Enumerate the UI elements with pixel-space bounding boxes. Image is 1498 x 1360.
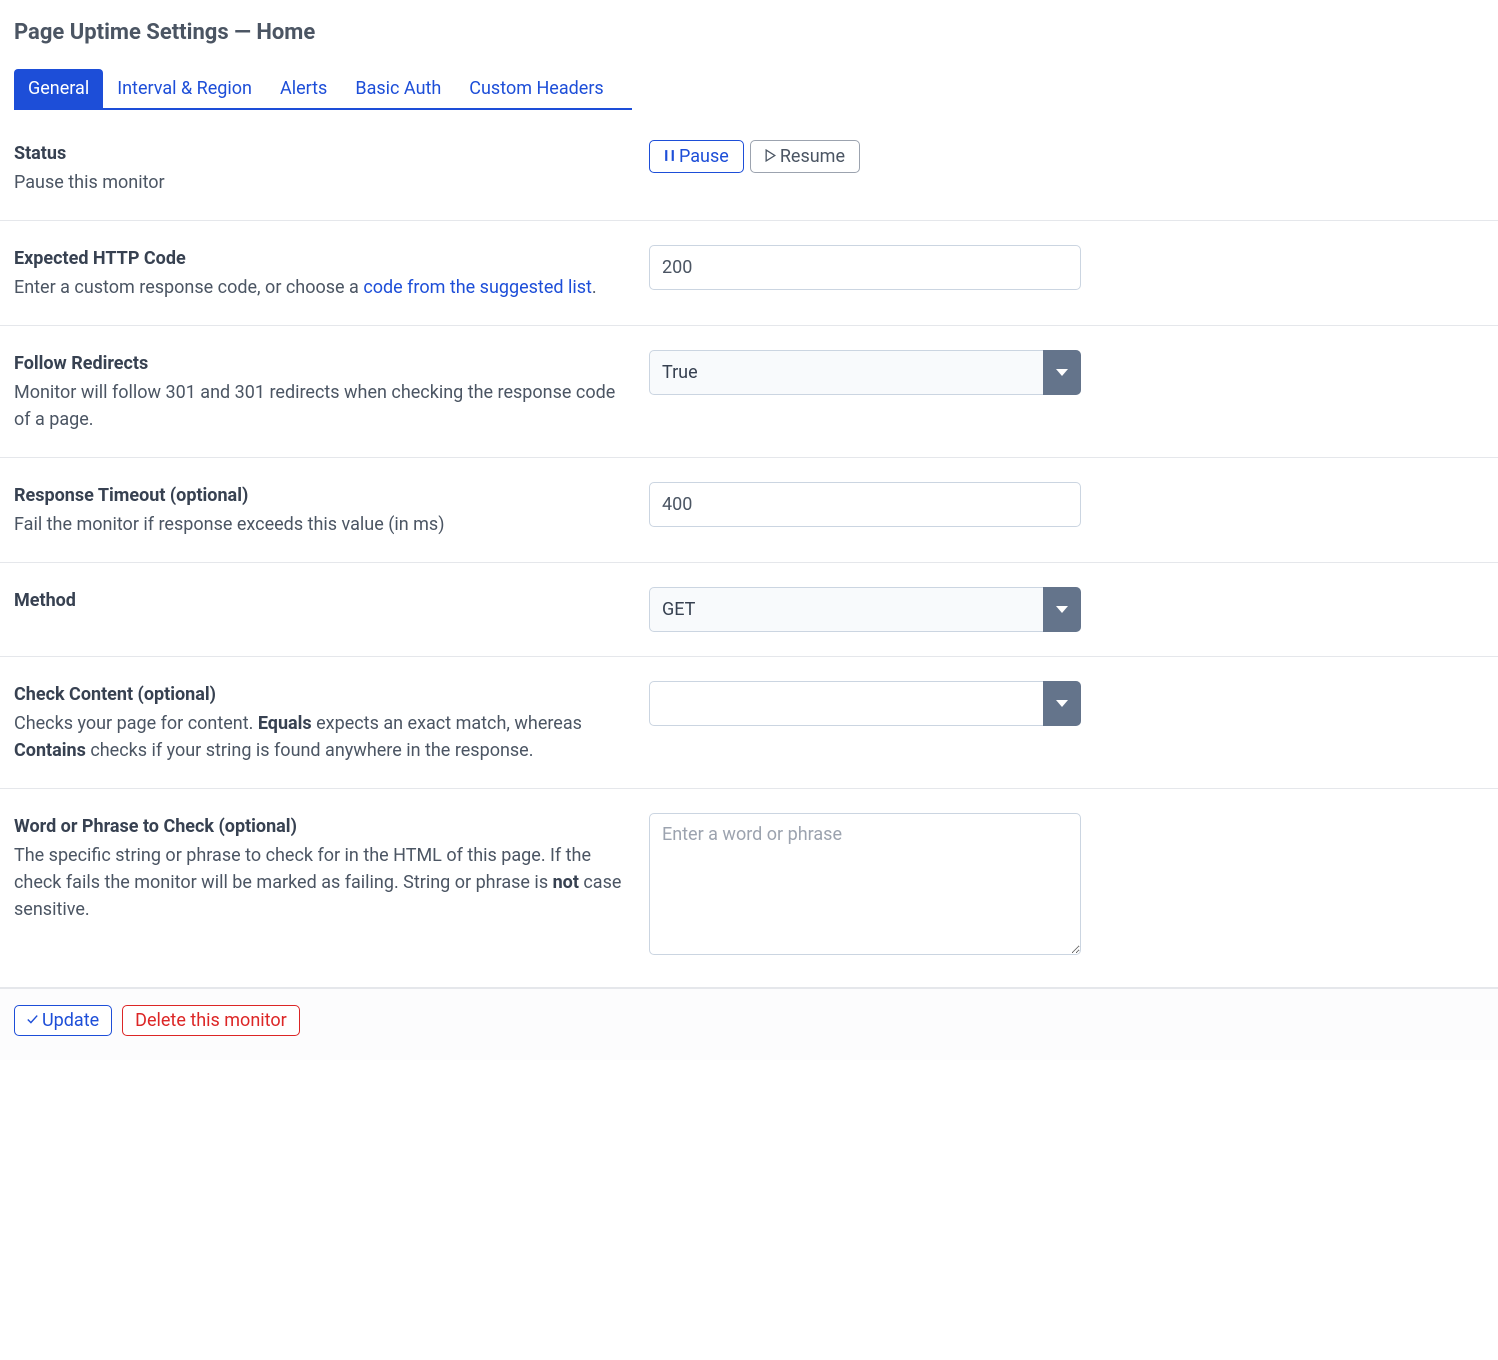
pause-button[interactable]: Pause [649,140,744,173]
method-select[interactable]: GET [649,587,1081,632]
row-check-content: Check Content (optional) Checks your pag… [0,657,1498,789]
follow-redirects-select[interactable]: True [649,350,1081,395]
code-list-link[interactable]: code from the suggested list [363,277,592,298]
follow-redirects-label: Follow Redirects [14,350,625,377]
tab-custom-headers[interactable]: Custom Headers [455,69,617,108]
response-timeout-help: Fail the monitor if response exceeds thi… [14,511,625,538]
method-label: Method [14,587,625,614]
update-button-label: Update [42,1009,99,1032]
check-content-help: Checks your page for content. Equals exp… [14,710,625,764]
delete-button-label: Delete this monitor [135,1009,287,1032]
tab-interval-region[interactable]: Interval & Region [103,69,266,108]
word-phrase-textarea[interactable] [649,813,1081,955]
follow-redirects-help: Monitor will follow 301 and 301 redirect… [14,379,625,433]
status-label: Status [14,140,625,167]
tabs-bar: General Interval & Region Alerts Basic A… [14,69,632,110]
word-phrase-label: Word or Phrase to Check (optional) [14,813,625,840]
page-title: Page Uptime Settings — Home [0,16,1498,69]
status-help: Pause this monitor [14,169,625,196]
row-word-phrase: Word or Phrase to Check (optional) The s… [0,789,1498,988]
expected-code-label: Expected HTTP Code [14,245,625,272]
row-follow-redirects: Follow Redirects Monitor will follow 301… [0,326,1498,458]
tab-alerts[interactable]: Alerts [266,69,341,108]
delete-monitor-button[interactable]: Delete this monitor [122,1005,300,1036]
expected-code-input[interactable] [649,245,1081,290]
resume-button-label: Resume [780,145,845,168]
play-icon [765,145,776,168]
tab-basic-auth[interactable]: Basic Auth [341,69,455,108]
update-button[interactable]: Update [14,1005,112,1036]
row-response-timeout: Response Timeout (optional) Fail the mon… [0,458,1498,563]
pause-button-label: Pause [679,145,729,168]
response-timeout-input[interactable] [649,482,1081,527]
response-timeout-label: Response Timeout (optional) [14,482,625,509]
check-content-select[interactable] [649,681,1081,726]
pause-icon [664,145,675,168]
row-expected-code: Expected HTTP Code Enter a custom respon… [0,221,1498,326]
check-content-label: Check Content (optional) [14,681,625,708]
check-icon [27,1009,38,1032]
row-status: Status Pause this monitor Pause Resume [0,110,1498,221]
word-phrase-help: The specific string or phrase to check f… [14,842,625,923]
footer-actions: Update Delete this monitor [0,988,1498,1060]
expected-code-help: Enter a custom response code, or choose … [14,274,625,301]
tab-general[interactable]: General [14,69,103,108]
resume-button[interactable]: Resume [750,140,860,173]
row-method: Method GET [0,563,1498,657]
